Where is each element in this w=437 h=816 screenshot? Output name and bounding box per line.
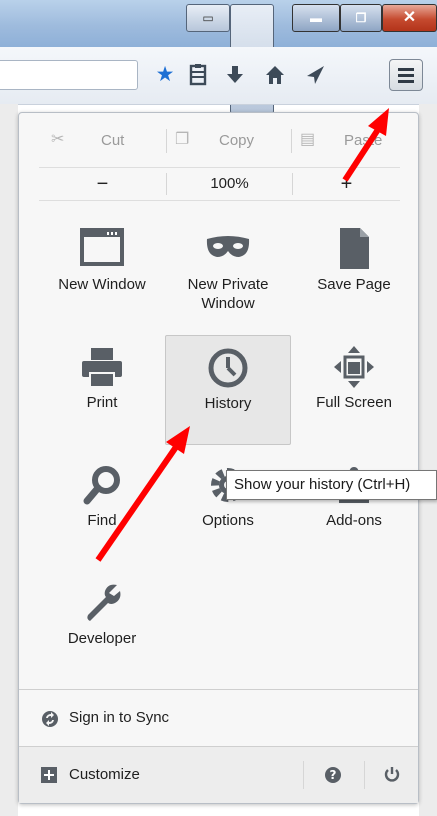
page-icon bbox=[340, 228, 369, 269]
titlebar-restore-tab-button[interactable]: ▭ bbox=[186, 4, 230, 32]
printer-icon bbox=[82, 348, 122, 388]
options-label: Options bbox=[202, 512, 254, 529]
clipboard-icon: ▤ bbox=[300, 131, 316, 148]
print-label: Print bbox=[86, 394, 118, 411]
footer-bar: Customize ? bbox=[19, 747, 418, 803]
copy-icon: ❐ bbox=[175, 131, 190, 148]
new-window-label: New Window bbox=[58, 276, 146, 293]
home-icon[interactable] bbox=[262, 62, 288, 88]
edit-controls: ✂ Cut ❐ Copy ▤ Paste bbox=[19, 127, 418, 155]
add-ons-label: Add-ons bbox=[326, 512, 382, 529]
navigation-toolbar: ★ bbox=[0, 47, 437, 105]
customize-button[interactable]: Customize bbox=[19, 747, 299, 803]
power-icon bbox=[384, 767, 400, 782]
maximize-icon: ❐ bbox=[355, 11, 367, 25]
copy-button[interactable]: ❐ Copy bbox=[167, 127, 291, 155]
find-button[interactable]: Find bbox=[39, 453, 165, 563]
hamburger-menu-button[interactable] bbox=[389, 59, 423, 91]
cut-button[interactable]: ✂ Cut bbox=[19, 127, 166, 155]
history-button[interactable]: History bbox=[165, 335, 291, 445]
paste-label: Paste bbox=[344, 132, 383, 149]
save-page-label: Save Page bbox=[317, 276, 391, 293]
history-label: History bbox=[204, 395, 252, 412]
close-icon: ✕ bbox=[402, 9, 417, 26]
customize-label: Customize bbox=[69, 766, 140, 783]
download-icon[interactable] bbox=[222, 62, 248, 88]
wrench-icon bbox=[87, 584, 121, 621]
zoom-in-button[interactable]: + bbox=[293, 168, 400, 200]
history-tooltip: Show your history (Ctrl+H) bbox=[226, 470, 437, 500]
mask-icon bbox=[206, 236, 250, 257]
find-label: Find bbox=[87, 512, 117, 529]
cut-label: Cut bbox=[101, 132, 125, 149]
page-background-left bbox=[0, 104, 18, 816]
print-button[interactable]: Print bbox=[39, 335, 165, 445]
reading-list-icon[interactable] bbox=[185, 62, 211, 88]
clock-icon bbox=[208, 348, 248, 388]
help-button[interactable]: ? bbox=[304, 747, 364, 803]
svg-text:?: ? bbox=[330, 768, 337, 782]
fullscreen-icon bbox=[334, 346, 374, 388]
minimize-icon: ▬ bbox=[310, 11, 322, 25]
developer-label: Developer bbox=[67, 630, 137, 647]
maximize-button[interactable]: ❐ bbox=[340, 4, 382, 32]
zoom-out-button[interactable]: − bbox=[39, 168, 166, 200]
new-window-button[interactable]: New Window bbox=[39, 217, 165, 327]
quit-button[interactable] bbox=[365, 747, 418, 803]
sync-icon bbox=[42, 711, 58, 727]
new-private-window-label: New Private Window bbox=[187, 276, 269, 312]
save-page-button[interactable]: Save Page bbox=[291, 217, 417, 327]
zoom-reset-button[interactable]: 100% bbox=[167, 168, 292, 200]
magnifier-icon bbox=[83, 466, 120, 505]
page-background-right bbox=[419, 104, 437, 816]
sign-in-to-sync-label: Sign in to Sync bbox=[69, 709, 170, 726]
restore-icon: ▭ bbox=[202, 11, 214, 25]
scissors-icon: ✂ bbox=[51, 131, 65, 148]
hamburger-menu-icon-bar bbox=[398, 74, 414, 77]
window-icon bbox=[80, 228, 124, 266]
star-icon[interactable]: ★ bbox=[152, 62, 178, 88]
copy-label: Copy bbox=[219, 132, 255, 149]
sign-in-to-sync-button[interactable]: Sign in to Sync bbox=[19, 690, 418, 746]
help-icon: ? bbox=[325, 767, 341, 783]
full-screen-label: Full Screen bbox=[316, 394, 392, 411]
hamburger-menu-icon bbox=[398, 68, 414, 71]
zoom-controls: − 100% + bbox=[39, 167, 400, 201]
main-menu-panel: ✂ Cut ❐ Copy ▤ Paste − 100% + New Window… bbox=[18, 112, 419, 804]
developer-button[interactable]: Developer bbox=[39, 571, 165, 681]
url-bar[interactable] bbox=[0, 60, 138, 90]
hamburger-menu-icon-bar bbox=[398, 80, 414, 83]
new-private-window-button[interactable]: New Private Window bbox=[165, 217, 291, 327]
send-icon[interactable] bbox=[302, 62, 328, 88]
window-titlebar: ▭ ▭ ▬ ❐ ✕ bbox=[0, 0, 437, 114]
paste-button[interactable]: ▤ Paste bbox=[292, 127, 418, 155]
plus-box-icon bbox=[41, 767, 57, 783]
minimize-button[interactable]: ▬ bbox=[292, 4, 340, 32]
full-screen-button[interactable]: Full Screen bbox=[291, 335, 417, 445]
close-window-button[interactable]: ✕ bbox=[382, 4, 437, 32]
